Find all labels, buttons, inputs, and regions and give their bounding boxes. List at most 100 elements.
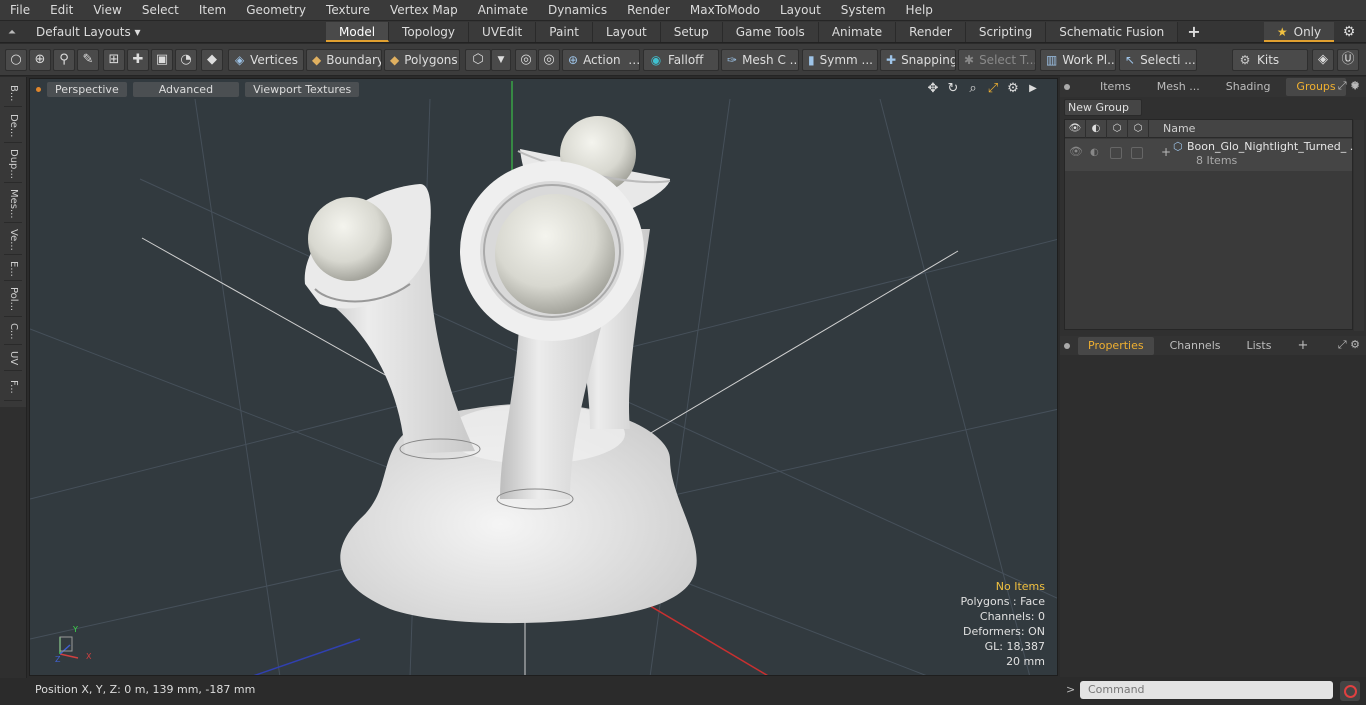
group-row[interactable]: 👁 ◐ + ⬡ Boon_Glo_Nightlight_Turned_ ... …: [1065, 139, 1360, 171]
viewport-menu-dot-icon[interactable]: [36, 86, 41, 92]
visibility-eye-icon[interactable]: 👁: [1069, 145, 1083, 158]
left-tab-uv[interactable]: UV: [4, 347, 22, 371]
tab-render[interactable]: Render: [896, 22, 966, 42]
record-macro-icon[interactable]: [1340, 681, 1360, 701]
panel-menu-dot-icon[interactable]: [1064, 84, 1070, 90]
globe-icon[interactable]: ⊕: [29, 49, 51, 71]
command-input[interactable]: Command: [1080, 681, 1333, 699]
tab-game-tools[interactable]: Game Tools: [722, 22, 819, 42]
snapping-button[interactable]: ✚ Snapping: [880, 49, 956, 71]
tab-topology[interactable]: Topology: [389, 22, 470, 42]
symmetry-x-icon[interactable]: ◎: [515, 49, 537, 71]
tab-lists[interactable]: Lists: [1237, 337, 1282, 355]
fit-icon[interactable]: ⤢: [983, 81, 1003, 97]
menu-animate[interactable]: Animate: [468, 0, 538, 21]
chevron-down-icon[interactable]: ▼: [491, 49, 511, 71]
menu-edit[interactable]: Edit: [40, 0, 83, 21]
3d-viewport[interactable]: Y X Z Perspective Advanced Viewport Text…: [29, 78, 1058, 676]
mesh-constraints-button[interactable]: ✑ Mesh C ...: [721, 49, 799, 71]
center-icon[interactable]: ✚: [127, 49, 149, 71]
viewport-textures-button[interactable]: Viewport Textures: [245, 81, 360, 97]
left-tab-fusion[interactable]: F...: [4, 373, 22, 401]
tab-mesh[interactable]: Mesh ...: [1147, 78, 1210, 96]
render-header-icon[interactable]: ◐: [1086, 120, 1107, 138]
symmetry-button[interactable]: ▮ Symm ...: [802, 49, 878, 71]
tab-properties[interactable]: Properties: [1078, 337, 1154, 355]
add-tab-plus-icon[interactable]: +: [1287, 337, 1318, 355]
menu-texture[interactable]: Texture: [316, 0, 380, 21]
left-tab-edge[interactable]: E...: [4, 257, 22, 281]
collapse-arrow-icon[interactable]: ⏶: [6, 27, 18, 38]
left-tab-deform[interactable]: De...: [4, 109, 22, 143]
brush-icon[interactable]: ✎: [77, 49, 99, 71]
visibility-header-icon[interactable]: 👁: [1065, 120, 1086, 138]
viewport-settings-icon[interactable]: ⚙: [1003, 81, 1023, 97]
kits-button[interactable]: ⚙ Kits: [1232, 49, 1308, 71]
gear-icon[interactable]: ⚙: [1340, 23, 1358, 41]
render-toggle-icon[interactable]: ◐: [1090, 147, 1102, 159]
zoom-icon[interactable]: ⌕: [963, 81, 983, 97]
orbit-icon[interactable]: ↻: [943, 81, 963, 97]
expand-arrow-icon[interactable]: ▶: [1023, 81, 1043, 97]
select-through-button[interactable]: ✱ Select T...: [958, 49, 1036, 71]
tab-uvedit[interactable]: UVEdit: [469, 22, 537, 42]
tab-paint[interactable]: Paint: [536, 22, 593, 42]
tab-setup[interactable]: Setup: [660, 22, 723, 42]
menu-system[interactable]: System: [831, 0, 896, 21]
menu-select[interactable]: Select: [132, 0, 189, 21]
expand-plus-icon[interactable]: +: [1161, 145, 1171, 159]
pan-icon[interactable]: ✥: [923, 81, 943, 97]
lock-checkbox[interactable]: [1110, 147, 1122, 159]
menu-item[interactable]: Item: [189, 0, 236, 21]
properties-expand-settings-icon[interactable]: ⤢ ⚙: [1338, 338, 1360, 352]
pen-icon[interactable]: ⚲: [53, 49, 75, 71]
tab-items[interactable]: Items: [1090, 78, 1141, 96]
only-toggle[interactable]: ★ Only: [1264, 22, 1334, 42]
menu-vertex-map[interactable]: Vertex Map: [380, 0, 468, 21]
left-tab-basic[interactable]: B...: [4, 81, 22, 107]
falloff-button[interactable]: ◉ Falloff: [643, 49, 719, 71]
selection-sets-button[interactable]: ↖ Selecti ...: [1119, 49, 1197, 71]
menu-view[interactable]: View: [83, 0, 131, 21]
advanced-button[interactable]: Advanced: [132, 81, 240, 97]
properties-menu-dot-icon[interactable]: [1064, 343, 1070, 349]
menu-dynamics[interactable]: Dynamics: [538, 0, 617, 21]
lock-header-icon[interactable]: ⬡: [1107, 120, 1128, 138]
tab-animate[interactable]: Animate: [818, 22, 897, 42]
tab-shading[interactable]: Shading: [1216, 78, 1281, 96]
align-icon[interactable]: ⊞: [103, 49, 125, 71]
tab-layout[interactable]: Layout: [592, 22, 661, 42]
work-plane-button[interactable]: ▥ Work Pl...: [1040, 49, 1116, 71]
menu-file[interactable]: File: [0, 0, 40, 21]
polygons-button[interactable]: ◆ Polygons: [384, 49, 460, 71]
tab-model[interactable]: Model: [326, 22, 390, 42]
menu-help[interactable]: Help: [896, 0, 943, 21]
circle-select-icon[interactable]: ○: [5, 49, 27, 71]
panel-expand-settings-icon[interactable]: ⤢ ⚙: [1338, 79, 1360, 93]
left-tab-vertex[interactable]: Ve...: [4, 225, 22, 255]
new-group-button[interactable]: New Group: [1064, 99, 1142, 116]
item-mode-icon[interactable]: ◆: [201, 49, 223, 71]
tab-channels[interactable]: Channels: [1160, 337, 1231, 355]
groups-scrollbar[interactable]: [1354, 120, 1364, 331]
default-layouts-dropdown[interactable]: ⏶ Default Layouts ▾: [6, 21, 141, 43]
menu-geometry[interactable]: Geometry: [236, 0, 316, 21]
unity-icon[interactable]: ◈: [1312, 49, 1334, 71]
left-tab-polygon[interactable]: Pol...: [4, 283, 22, 317]
menu-maxtomodo[interactable]: MaxToModo: [680, 0, 770, 21]
select-header-icon[interactable]: ⬡: [1128, 120, 1149, 138]
action-center-button[interactable]: ⊕ Action …: [562, 49, 640, 71]
left-tab-curve[interactable]: C...: [4, 319, 22, 345]
symmetry-y-icon[interactable]: ◎: [538, 49, 560, 71]
add-tab-button[interactable]: +: [1178, 22, 1209, 42]
tab-schematic-fusion[interactable]: Schematic Fusion: [1046, 22, 1179, 42]
left-tab-duplicate[interactable]: Dup...: [4, 145, 22, 183]
perspective-button[interactable]: Perspective: [47, 81, 127, 97]
frame-icon[interactable]: ▣: [151, 49, 173, 71]
command-history-arrow-icon[interactable]: >: [1066, 683, 1075, 696]
select-checkbox[interactable]: [1131, 147, 1143, 159]
left-tab-mesh-edit[interactable]: Mes...: [4, 185, 22, 223]
menu-render[interactable]: Render: [617, 0, 680, 21]
boundary-button[interactable]: ◆ Boundary: [306, 49, 382, 71]
menu-layout[interactable]: Layout: [770, 0, 831, 21]
